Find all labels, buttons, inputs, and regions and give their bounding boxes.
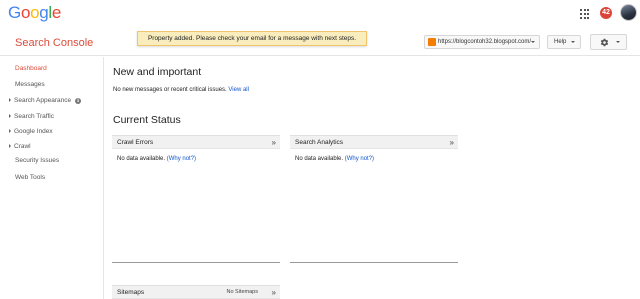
top-bar: Google 42 [0,0,640,28]
notification-badge[interactable]: 42 [600,7,612,19]
double-chevron-right-icon[interactable]: » [272,286,277,299]
sidebar-item-crawl[interactable]: Crawl [9,143,31,150]
expand-arrow-icon [9,143,11,148]
sidebar-item-label: Google Index [14,128,53,135]
apps-grid-icon[interactable] [580,9,590,19]
no-sitemaps-note: No Sitemaps [226,289,259,295]
sidebar-item-messages[interactable]: Messages [9,81,45,88]
sidebar-item-search-appearance[interactable]: Search Appearance i [9,97,82,104]
search-analytics-card-body: No data available. (Why not?) [295,156,374,162]
double-chevron-right-icon[interactable]: » [272,136,277,149]
logo-letter: o [30,3,40,22]
google-logo[interactable]: Google [8,3,61,23]
sidebar-item-security-issues[interactable]: Security Issues [9,157,59,164]
expand-arrow-icon [9,97,11,102]
section-title-current-status: Current Status [113,114,181,126]
settings-button[interactable] [590,34,627,50]
crawl-errors-card-body: No data available. (Why not?) [117,156,196,162]
sidebar: Dashboard Messages Search Appearance i Se… [0,57,104,299]
no-data-text: No data available. [117,156,166,162]
sidebar-item-label: Messages [15,81,45,88]
gear-icon [600,38,609,47]
blogger-icon [428,38,436,46]
messages-text: No new messages or recent critical issue… [113,87,227,93]
logo-letter: G [8,3,21,22]
card-divider [290,262,458,263]
why-not-link[interactable]: (Why not?) [345,156,374,162]
sidebar-item-label: Web Tools [15,174,46,181]
card-divider [112,262,280,263]
sidebar-item-label: Dashboard [15,65,47,72]
chevron-down-icon [616,41,620,43]
toast-message: Property added. Please check your email … [137,31,367,46]
site-url: https://blogcontoh32.blogspot.com/ [438,39,532,45]
logo-letter: o [20,3,31,22]
expand-arrow-icon [9,128,11,133]
view-all-link[interactable]: View all [228,87,249,93]
info-icon[interactable]: i [75,98,82,104]
search-analytics-card-header[interactable]: Search Analytics » [290,135,458,149]
avatar[interactable] [620,4,637,21]
card-title: Sitemaps [117,289,145,296]
sidebar-item-label: Security Issues [15,157,60,164]
card-title: Search Analytics [295,139,344,146]
double-chevron-right-icon[interactable]: » [450,136,455,149]
sidebar-item-web-tools[interactable]: Web Tools [9,174,45,181]
expand-arrow-icon [9,113,11,118]
site-selector[interactable]: https://blogcontoh32.blogspot.com/ [424,35,540,49]
product-title[interactable]: Search Console [15,37,93,49]
help-label: Help [554,39,567,45]
sidebar-item-label: Search Appearance [14,97,72,104]
sidebar-item-label: Search Traffic [14,113,54,120]
sidebar-item-label: Crawl [14,143,31,150]
sidebar-item-dashboard[interactable]: Dashboard [9,65,47,72]
logo-letter: e [51,3,62,22]
messages-summary: No new messages or recent critical issue… [113,87,249,93]
main-content: New and important No new messages or rec… [105,57,640,299]
product-bar: Search Console Property added. Please ch… [0,28,640,56]
sidebar-item-google-index[interactable]: Google Index [9,128,53,135]
chevron-down-icon [531,41,535,43]
card-title: Crawl Errors [117,139,154,146]
section-title-new-important: New and important [113,66,202,78]
logo-letter: g [39,3,49,22]
no-data-text: No data available. [295,156,344,162]
crawl-errors-card-header[interactable]: Crawl Errors » [112,135,280,149]
why-not-link[interactable]: (Why not?) [167,156,196,162]
help-button[interactable]: Help [547,35,581,49]
sitemaps-card-header[interactable]: Sitemaps No Sitemaps » [112,285,280,299]
chevron-down-icon [571,41,575,43]
sidebar-item-search-traffic[interactable]: Search Traffic [9,113,54,120]
